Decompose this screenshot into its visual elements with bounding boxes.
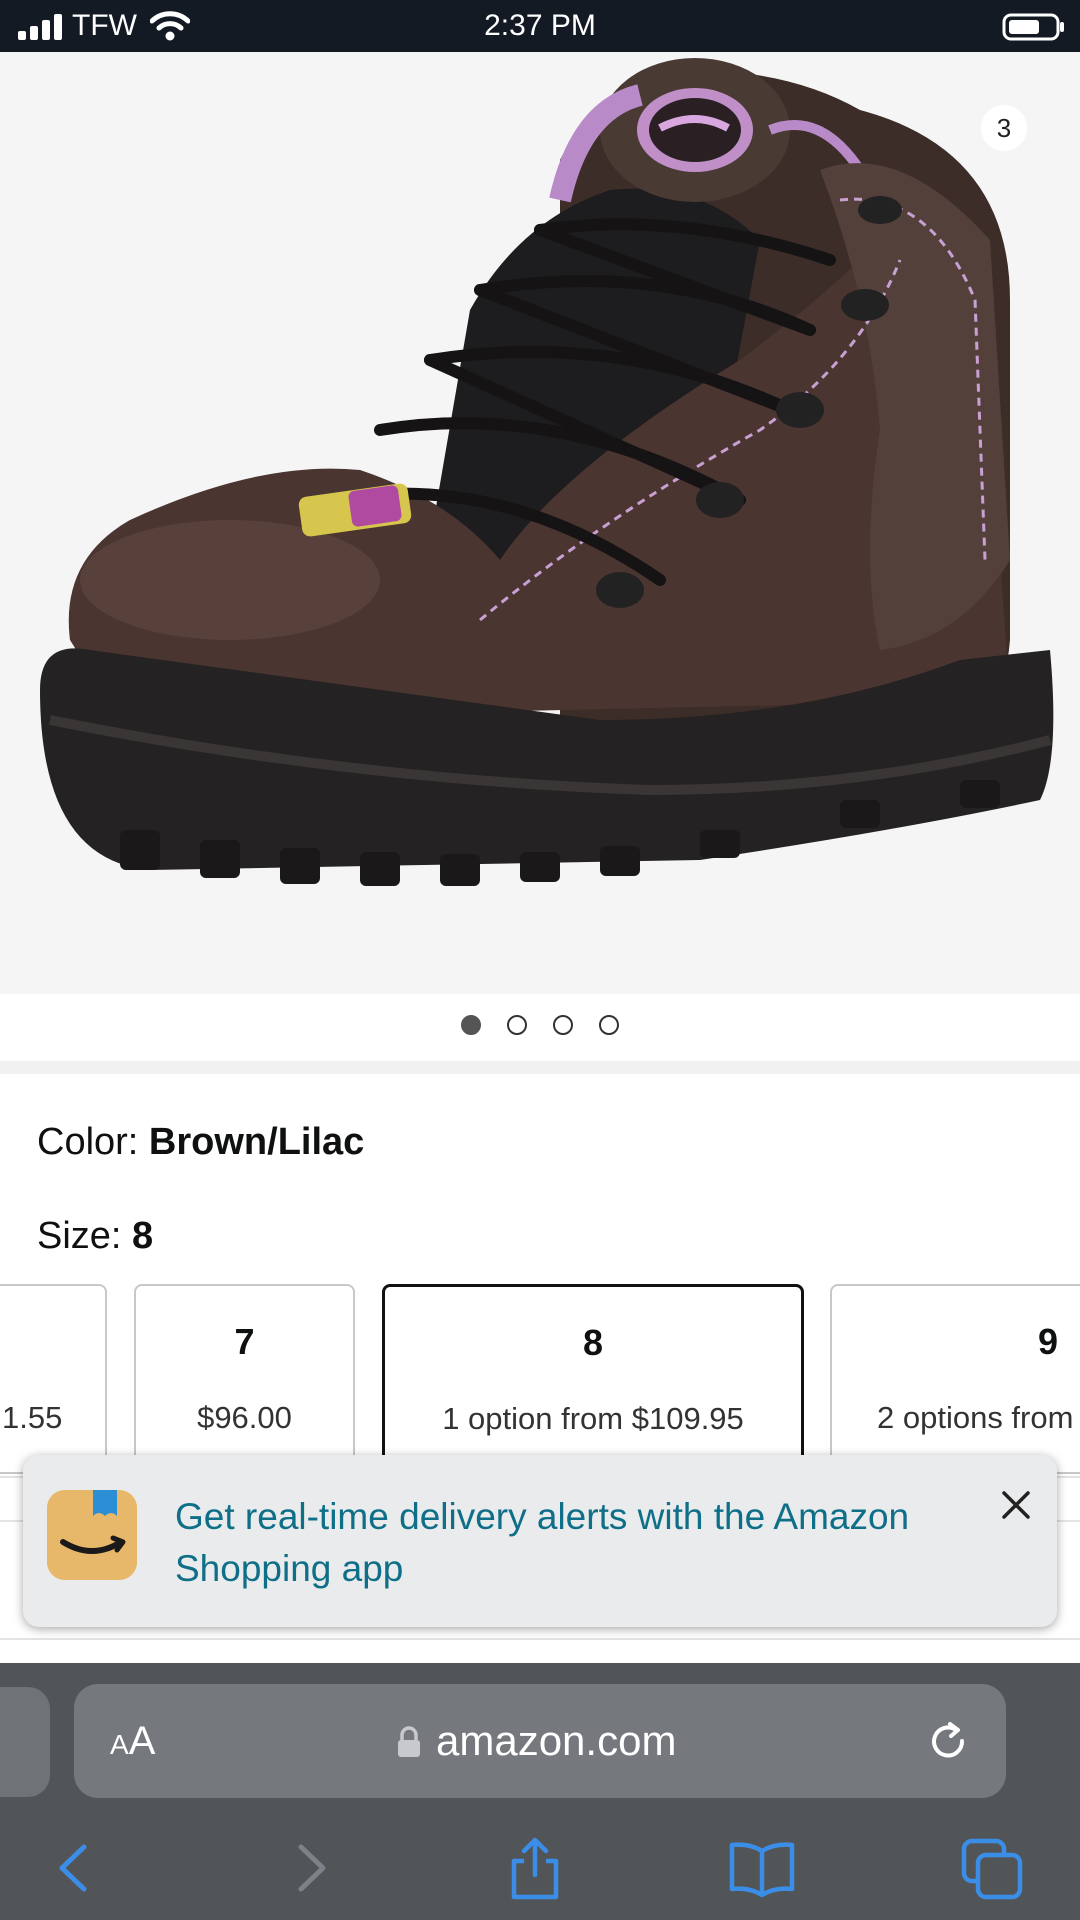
- product-image[interactable]: 3: [0, 52, 1080, 994]
- forward-icon[interactable]: [275, 1833, 345, 1903]
- carousel-dot[interactable]: [599, 1015, 619, 1035]
- size-option-card[interactable]: 1.55: [0, 1284, 107, 1474]
- app-download-banner[interactable]: Get real-time delivery alerts with the A…: [23, 1455, 1057, 1627]
- size-option-card[interactable]: 7 $96.00: [134, 1284, 355, 1474]
- clock: 2:37 PM: [484, 9, 596, 42]
- size-selection: Size: 8: [37, 1214, 153, 1258]
- carousel-dot[interactable]: [553, 1015, 573, 1035]
- size-option-label: 7: [234, 1321, 255, 1362]
- size-option-card-selected[interactable]: 8 1 option from $109.95: [382, 1284, 804, 1474]
- bookmarks-icon[interactable]: [727, 1833, 797, 1903]
- carousel-dot[interactable]: [507, 1015, 527, 1035]
- lock-icon: [398, 1726, 420, 1757]
- carousel-dot[interactable]: [461, 1015, 481, 1035]
- section-divider: [0, 1638, 1080, 1640]
- image-count-badge: 3: [981, 105, 1027, 151]
- size-label: Size:: [37, 1215, 133, 1257]
- status-bar: TFW 2:37 PM: [0, 0, 1080, 52]
- back-icon[interactable]: [40, 1833, 110, 1903]
- color-selection: Color: Brown/Lilac: [37, 1120, 364, 1164]
- reader-settings-button[interactable]: AA: [110, 1718, 155, 1768]
- battery-icon: [1002, 13, 1064, 41]
- color-value: Brown/Lilac: [148, 1121, 365, 1163]
- size-option-label: 8: [582, 1322, 604, 1363]
- size-option-price: $96.00: [197, 1400, 292, 1435]
- banner-message[interactable]: Get real-time delivery alerts with the A…: [175, 1491, 975, 1595]
- amazon-app-icon: [47, 1490, 137, 1580]
- size-option-card[interactable]: 9 2 options from: [830, 1284, 1080, 1474]
- color-label: Color:: [37, 1121, 149, 1163]
- browser-toolbar: AA amazon.com: [0, 1663, 1080, 1920]
- reload-icon[interactable]: [926, 1719, 972, 1765]
- section-divider: [0, 1061, 1080, 1074]
- url-text[interactable]: amazon.com: [436, 1714, 676, 1768]
- tabs-icon[interactable]: [958, 1833, 1028, 1903]
- carousel-dots[interactable]: [0, 1010, 1080, 1040]
- size-option-price: 1 option from $109.95: [442, 1401, 744, 1436]
- close-icon[interactable]: [996, 1485, 1036, 1525]
- address-bar[interactable]: AA amazon.com: [74, 1684, 1006, 1798]
- size-option-label: 9: [1037, 1321, 1058, 1362]
- previous-tab-peek[interactable]: [0, 1687, 50, 1797]
- share-icon[interactable]: [500, 1833, 570, 1903]
- boot-illustration: [40, 58, 1054, 886]
- size-value: 8: [132, 1215, 154, 1257]
- size-option-price: 1.55: [2, 1400, 63, 1435]
- size-option-price: 2 options from: [877, 1400, 1074, 1435]
